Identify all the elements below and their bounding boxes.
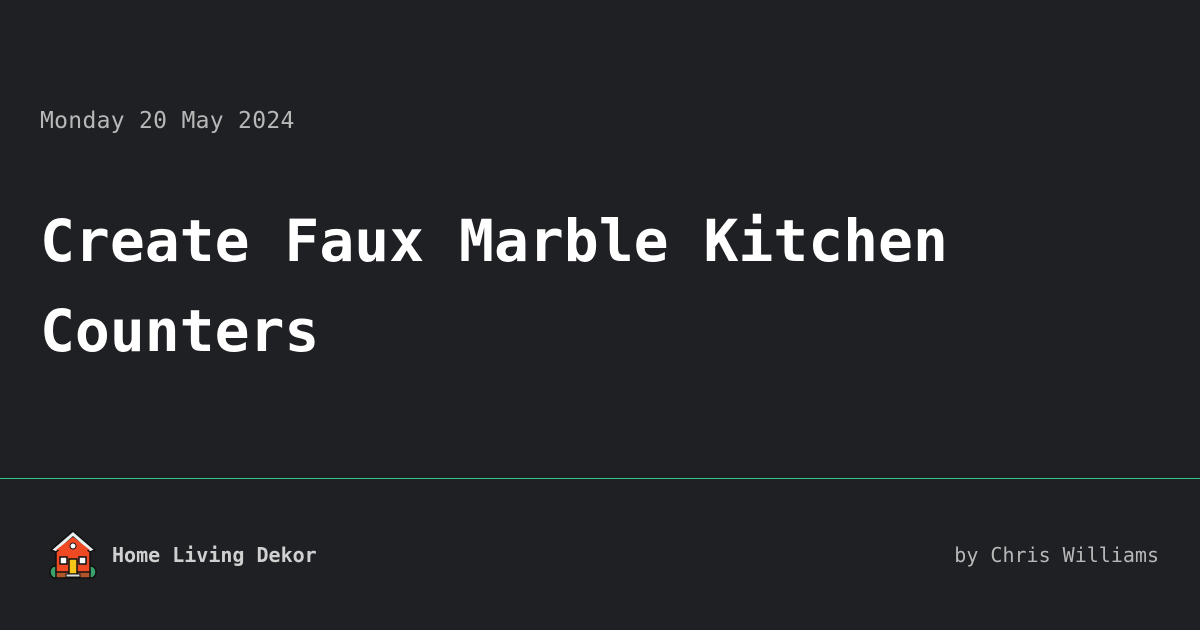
author-byline: by Chris Williams xyxy=(954,543,1159,567)
house-icon xyxy=(49,530,97,579)
divider xyxy=(0,478,1200,479)
post-title: Create Faux Marble Kitchen Counters xyxy=(40,207,948,365)
site-name: Home Living Dekor xyxy=(112,543,317,567)
post-date: Monday 20 May 2024 xyxy=(40,108,295,134)
